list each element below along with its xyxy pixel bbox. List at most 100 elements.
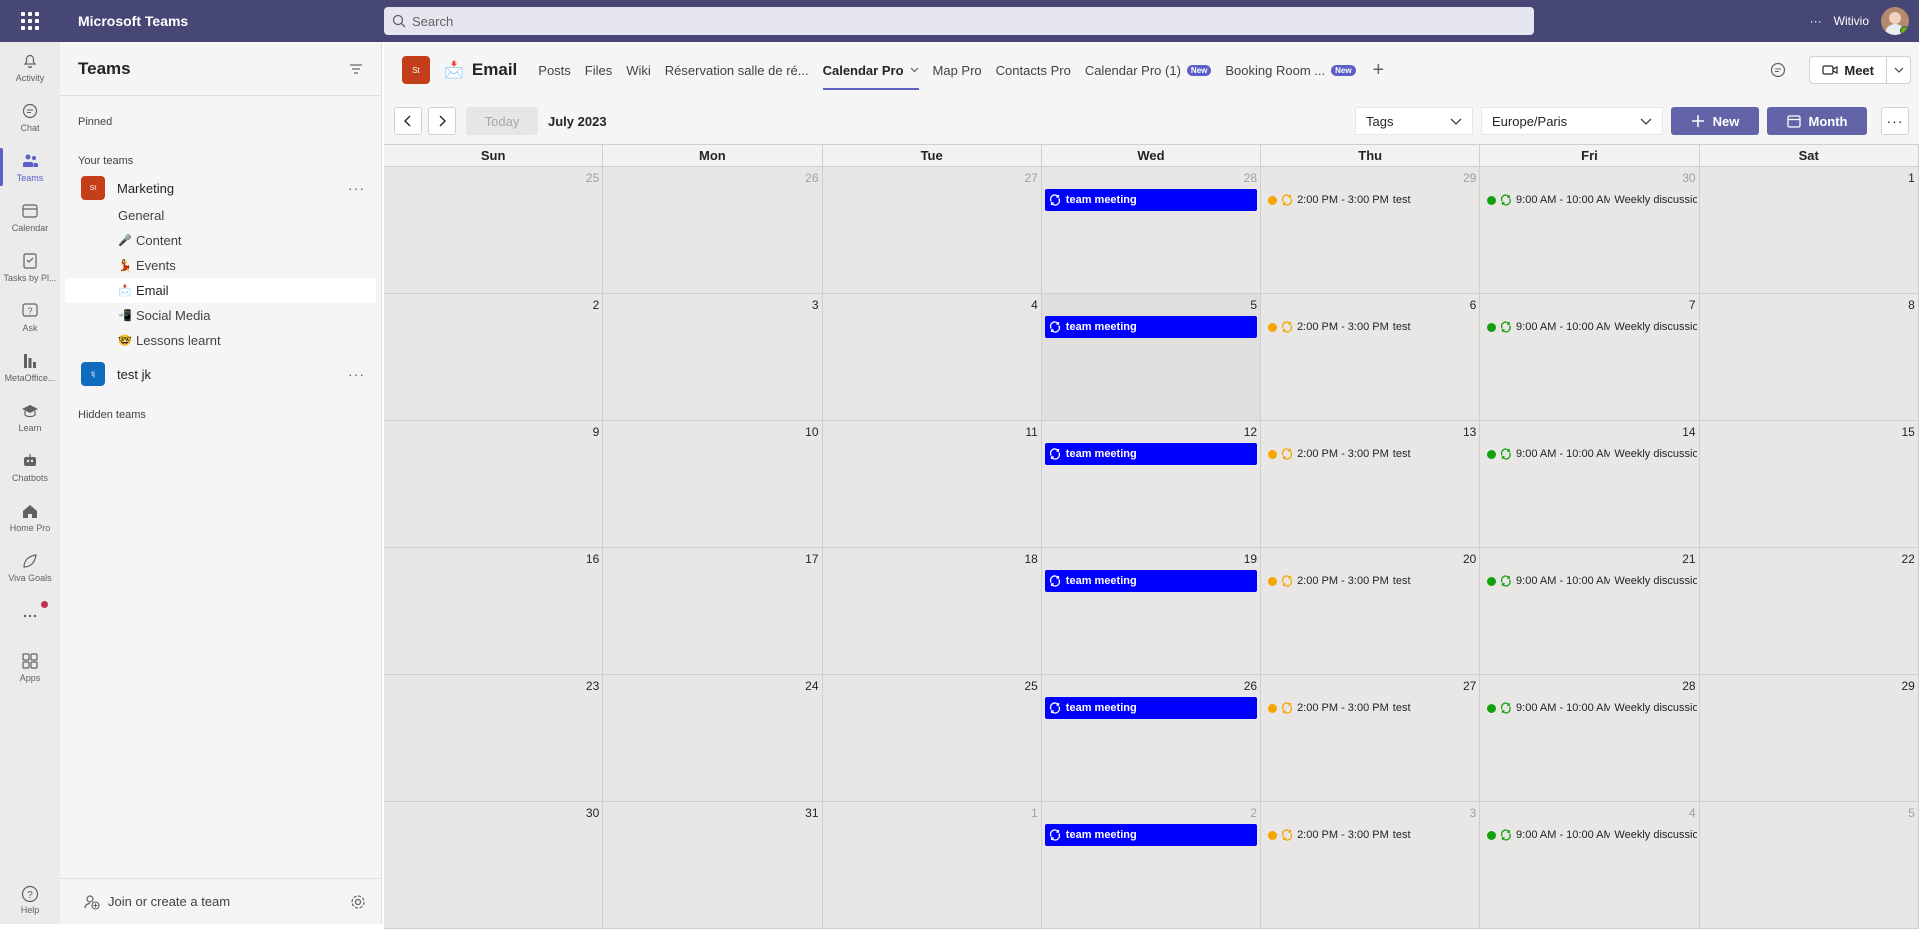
channel-item-social-media[interactable]: 📲 Social Media xyxy=(60,303,381,328)
rail-item-viva-goals[interactable]: Viva Goals xyxy=(0,542,60,592)
team-more-options-button[interactable]: ··· xyxy=(348,366,365,382)
day-cell[interactable]: 3 xyxy=(603,294,823,421)
event-weekly-discussion[interactable]: 9:00 AM - 10:00 AM Weekly discussio xyxy=(1487,699,1697,717)
rail-item-home-pro[interactable]: Home Pro xyxy=(0,492,60,542)
day-cell[interactable]: 23 xyxy=(384,675,604,802)
event-weekly-discussion[interactable]: 9:00 AM - 10:00 AM Weekly discussio xyxy=(1487,318,1697,336)
conversation-icon[interactable] xyxy=(1769,61,1787,79)
event-team-meeting[interactable]: team meeting xyxy=(1044,316,1258,338)
event-test[interactable]: 2:00 PM - 3:00 PM test xyxy=(1268,572,1477,590)
day-cell[interactable]: 10 xyxy=(603,421,823,548)
day-cell[interactable]: 21 9:00 AM - 10:00 AM Weekly discussio xyxy=(1480,548,1700,675)
month-view-button[interactable]: Month xyxy=(1767,107,1867,135)
day-cell[interactable]: 28 9:00 AM - 10:00 AM Weekly discussio xyxy=(1480,675,1700,802)
day-cell[interactable]: 30 9:00 AM - 10:00 AM Weekly discussio xyxy=(1480,167,1700,294)
channel-item-email[interactable]: 📩 Email xyxy=(65,278,376,303)
day-cell[interactable]: 5 team meeting xyxy=(1041,294,1262,421)
rail-item-apps[interactable]: Apps xyxy=(0,642,60,692)
day-cell[interactable]: 26 team meeting xyxy=(1041,675,1262,802)
rail-item-activity[interactable]: Activity xyxy=(0,42,60,92)
day-cell[interactable]: 25 xyxy=(384,167,604,294)
tab-wiki[interactable]: Wiki xyxy=(619,42,658,98)
day-cell[interactable]: 1 xyxy=(822,802,1042,929)
event-weekly-discussion[interactable]: 9:00 AM - 10:00 AM Weekly discussio xyxy=(1487,191,1697,209)
day-cell[interactable]: 2 xyxy=(384,294,604,421)
day-cell[interactable]: 19 team meeting xyxy=(1041,548,1262,675)
tab-calendar-pro[interactable]: Calendar Pro xyxy=(816,42,926,98)
day-cell[interactable]: 12 team meeting xyxy=(1041,421,1262,548)
day-cell[interactable]: 1 xyxy=(1699,167,1919,294)
channel-item-general[interactable]: General xyxy=(60,203,381,228)
day-cell[interactable]: 11 xyxy=(822,421,1042,548)
channel-item-events[interactable]: 💃 Events xyxy=(60,253,381,278)
day-cell[interactable]: 18 xyxy=(822,548,1042,675)
rail-item-metaoffice[interactable]: MetaOffice... xyxy=(0,342,60,392)
tab-contacts-pro[interactable]: Contacts Pro xyxy=(989,42,1078,98)
gear-icon[interactable] xyxy=(350,894,366,910)
day-cell[interactable]: 29 xyxy=(1699,675,1919,802)
channel-item-lessons-learnt[interactable]: 🤓 Lessons learnt xyxy=(60,328,381,353)
event-weekly-discussion[interactable]: 9:00 AM - 10:00 AM Weekly discussio xyxy=(1487,572,1697,590)
team-more-options-button[interactable]: ··· xyxy=(348,180,365,196)
event-test[interactable]: 2:00 PM - 3:00 PM test xyxy=(1268,191,1477,209)
day-cell[interactable]: 4 xyxy=(822,294,1042,421)
day-cell[interactable]: 3 2:00 PM - 3:00 PM test xyxy=(1261,802,1481,929)
day-cell[interactable]: 27 2:00 PM - 3:00 PM test xyxy=(1261,675,1481,802)
join-create-team[interactable]: Join or create a team xyxy=(60,878,382,924)
event-test[interactable]: 2:00 PM - 3:00 PM test xyxy=(1268,318,1477,336)
next-month-button[interactable] xyxy=(428,107,456,135)
today-button[interactable]: Today xyxy=(466,107,538,135)
day-cell[interactable]: 8 xyxy=(1699,294,1919,421)
hidden-teams-label[interactable]: Hidden teams xyxy=(60,409,381,421)
event-team-meeting[interactable]: team meeting xyxy=(1044,697,1258,719)
event-test[interactable]: 2:00 PM - 3:00 PM test xyxy=(1268,826,1477,844)
rail-item-chat[interactable]: Chat xyxy=(0,92,60,142)
tab-réservation-salle-de-ré[interactable]: Réservation salle de ré... xyxy=(658,42,816,98)
team-marketing[interactable]: St Marketing ··· xyxy=(60,173,381,203)
day-cell[interactable]: 28 team meeting xyxy=(1041,167,1262,294)
more-options-button[interactable]: ··· xyxy=(1881,107,1909,135)
day-cell[interactable]: 29 2:00 PM - 3:00 PM test xyxy=(1261,167,1481,294)
previous-month-button[interactable] xyxy=(394,107,422,135)
day-cell[interactable]: 25 xyxy=(822,675,1042,802)
day-cell[interactable]: 5 xyxy=(1699,802,1919,929)
day-cell[interactable]: 31 xyxy=(603,802,823,929)
day-cell[interactable]: 30 xyxy=(384,802,604,929)
event-team-meeting[interactable]: team meeting xyxy=(1044,443,1258,465)
day-cell[interactable]: 16 xyxy=(384,548,604,675)
tab-calendar-pro-1[interactable]: Calendar Pro (1) New xyxy=(1078,42,1219,98)
more-options-button[interactable]: ··· xyxy=(1810,14,1822,28)
day-cell[interactable]: 27 xyxy=(822,167,1042,294)
event-weekly-discussion[interactable]: 9:00 AM - 10:00 AM Weekly discussio xyxy=(1487,445,1697,463)
tab-posts[interactable]: Posts xyxy=(531,42,578,98)
day-cell[interactable]: 20 2:00 PM - 3:00 PM test xyxy=(1261,548,1481,675)
rail-item-teams[interactable]: Teams xyxy=(0,142,60,192)
meet-button[interactable]: Meet xyxy=(1809,56,1887,84)
day-cell[interactable]: 13 2:00 PM - 3:00 PM test xyxy=(1261,421,1481,548)
rail-item-learn[interactable]: Learn xyxy=(0,392,60,442)
timezone-dropdown[interactable]: Europe/Paris xyxy=(1481,107,1663,135)
day-cell[interactable]: 15 xyxy=(1699,421,1919,548)
rail-item-calendar[interactable]: Calendar xyxy=(0,192,60,242)
meet-dropdown-button[interactable] xyxy=(1887,56,1911,84)
day-cell[interactable]: 24 xyxy=(603,675,823,802)
tab-map-pro[interactable]: Map Pro xyxy=(926,42,989,98)
tab-files[interactable]: Files xyxy=(578,42,619,98)
tags-dropdown[interactable]: Tags xyxy=(1355,107,1473,135)
app-launcher-button[interactable] xyxy=(0,0,60,42)
event-test[interactable]: 2:00 PM - 3:00 PM test xyxy=(1268,445,1477,463)
event-weekly-discussion[interactable]: 9:00 AM - 10:00 AM Weekly discussio xyxy=(1487,826,1697,844)
tab-booking-room[interactable]: Booking Room ... New xyxy=(1218,42,1362,98)
day-cell[interactable]: 2 team meeting xyxy=(1041,802,1262,929)
day-cell[interactable]: 22 xyxy=(1699,548,1919,675)
rail-item-more[interactable] xyxy=(0,592,60,642)
team-test-jk[interactable]: tj test jk ··· xyxy=(60,359,381,389)
event-test[interactable]: 2:00 PM - 3:00 PM test xyxy=(1268,699,1477,717)
event-team-meeting[interactable]: team meeting xyxy=(1044,824,1258,846)
rail-item-chatbots[interactable]: Chatbots xyxy=(0,442,60,492)
new-event-button[interactable]: New xyxy=(1671,107,1759,135)
day-cell[interactable]: 6 2:00 PM - 3:00 PM test xyxy=(1261,294,1481,421)
rail-item-tasks-by-pl[interactable]: Tasks by Pl... xyxy=(0,242,60,292)
day-cell[interactable]: 17 xyxy=(603,548,823,675)
rail-item-help[interactable]: ? Help xyxy=(0,876,60,924)
